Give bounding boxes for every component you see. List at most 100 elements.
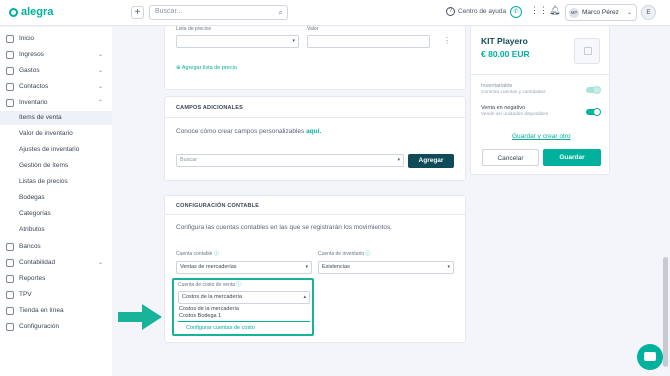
price-list-label: Lista de precios xyxy=(176,26,212,32)
sidebar-item-label: Inventario xyxy=(19,99,48,106)
apps-grid-icon[interactable]: ⋮⋮ xyxy=(530,5,548,16)
chevron-up-icon: ▴ xyxy=(303,294,306,300)
pos-icon xyxy=(6,290,14,299)
save-and-create-link[interactable]: Guardar y crear otro xyxy=(512,133,571,140)
inventoriable-toggle[interactable] xyxy=(586,86,601,94)
custom-fields-link[interactable]: aquí. xyxy=(306,128,321,135)
sidebar-item-label: Inicio xyxy=(19,35,35,42)
chevron-down-icon: ▾ xyxy=(292,38,295,44)
quick-add-button[interactable]: + xyxy=(131,6,144,19)
sidebar-item-label: Gastos xyxy=(19,67,40,74)
sidebar-item-label: Configuración xyxy=(19,323,60,330)
cancel-button[interactable]: Cancelar xyxy=(482,149,539,166)
sidebar-item-label: Bancos xyxy=(19,243,41,250)
sidebar-subitem-listas-precios[interactable]: Listas de precios xyxy=(0,175,112,189)
divider xyxy=(471,74,609,75)
sidebar-item-ingresos[interactable]: Ingresos ⌄ xyxy=(0,47,112,62)
configure-cost-accounts-link[interactable]: Configurar cuentas de costo xyxy=(186,325,255,331)
help-text: Conoce cómo crear campos personalizables xyxy=(176,128,305,135)
sidebar-subitem-items-de-venta[interactable]: Items de venta xyxy=(0,111,112,125)
more-options-icon[interactable]: ⋮ xyxy=(443,36,451,45)
cost-account-select[interactable]: Costos de la mercadería ▴ xyxy=(178,291,310,304)
divider xyxy=(165,214,465,215)
sidebar-subitem-gestion-items[interactable]: Gestión de ítems xyxy=(0,159,112,173)
sidebar-item-contabilidad[interactable]: Contabilidad ⌄ xyxy=(0,255,112,270)
sidebar-item-gastos[interactable]: Gastos ⌄ xyxy=(0,63,112,78)
add-price-list-label: Agregar lista de precio xyxy=(181,65,237,71)
inventory-account-label: Cuenta de inventario ⓘ xyxy=(318,250,371,257)
sidebar-subitem-bodegas[interactable]: Bodegas xyxy=(0,191,112,205)
sidebar-item-bancos[interactable]: Bancos xyxy=(0,239,112,254)
cost-option[interactable]: Costos de la mercadería xyxy=(179,306,239,312)
sidebar-item-label: Ingresos xyxy=(19,51,44,58)
info-icon: ⓘ xyxy=(236,282,242,288)
sidebar-item-reportes[interactable]: Reportes xyxy=(0,271,112,286)
negative-sale-label: Venta en negativo xyxy=(481,105,526,111)
sidebar-item-label: Contabilidad xyxy=(19,259,56,266)
info-icon: ⓘ xyxy=(365,251,371,257)
bell-icon[interactable]: 🔔︎ xyxy=(549,5,560,16)
additional-fields-title: CAMPOS ADICIONALES xyxy=(176,105,243,111)
user-menu[interactable]: MP Marco Pérez ⌄ xyxy=(565,4,637,21)
inventoriable-label: Inventariable xyxy=(481,83,513,89)
sidebar-item-configuracion[interactable]: Configuración xyxy=(0,319,112,334)
sidebar-item-inventario[interactable]: Inventario ⌃ xyxy=(0,95,112,110)
sidebar-item-label: Tienda en línea xyxy=(19,307,64,314)
custom-fields-help-text: Conoce cómo crear campos personalizables… xyxy=(176,128,321,135)
page-scrollbar[interactable] xyxy=(663,257,668,367)
product-image-placeholder xyxy=(574,38,600,64)
account-label-text: Cuenta contable xyxy=(176,251,213,257)
sidebar-subitem-valor-inventario[interactable]: Valor de inventario xyxy=(0,127,112,141)
contacts-icon xyxy=(6,82,14,91)
save-button[interactable]: Guardar xyxy=(543,149,601,166)
organization-badge[interactable]: E xyxy=(641,5,656,20)
avatar: MP xyxy=(569,7,579,18)
inventory-account-select[interactable]: Existencias ▾ xyxy=(318,261,454,274)
cost-account-value: Costos de la mercadería xyxy=(182,294,242,300)
add-field-button[interactable]: Agregar xyxy=(408,154,454,168)
sidebar-item-tpv[interactable]: TPV xyxy=(0,287,112,302)
sidebar-item-label: Contactos xyxy=(19,83,49,90)
alegra-logo-icon xyxy=(9,7,18,17)
sidebar-item-tienda[interactable]: Tienda en línea xyxy=(0,303,112,318)
account-value: Ventas de mercaderías xyxy=(180,264,237,270)
chevron-down-icon: ▾ xyxy=(397,157,400,163)
product-price: € 80.00 EUR xyxy=(481,49,530,59)
arrow-right-icon xyxy=(118,304,162,330)
help-label: Centro de ayuda xyxy=(458,8,507,15)
sidebar-subitem-atributos[interactable]: Atributos xyxy=(0,223,112,237)
add-circle-icon: ⊕ xyxy=(176,65,181,71)
account-label: Cuenta contable ⓘ xyxy=(176,250,219,257)
sidebar-item-contactos[interactable]: Contactos ⌄ xyxy=(0,79,112,94)
sidebar-subitem-ajustes-inventario[interactable]: Ajustes de inventario xyxy=(0,143,112,157)
chevron-down-icon: ⌄ xyxy=(97,52,103,58)
inventory-account-value: Existencias xyxy=(322,264,350,270)
negative-sale-toggle[interactable] xyxy=(586,108,601,116)
chat-support-button[interactable] xyxy=(637,344,663,370)
chat-icon xyxy=(644,352,656,361)
additional-field-select[interactable]: Buscar ▾ xyxy=(176,154,404,167)
accounting-icon xyxy=(6,258,14,267)
global-search-input[interactable]: Buscar... ⌕ xyxy=(149,5,288,20)
account-select[interactable]: Ventas de mercaderías ▾ xyxy=(176,261,312,274)
toggle-knob xyxy=(593,86,601,94)
search-icon: ⌕ xyxy=(278,8,283,17)
help-center-link[interactable]: ? Centro de ayuda xyxy=(446,7,506,16)
image-icon xyxy=(584,47,592,55)
whatsapp-icon[interactable]: ✆ xyxy=(510,6,522,18)
sidebar-subitem-categorias[interactable]: Categorías xyxy=(0,207,112,221)
price-list-select[interactable]: ▾ xyxy=(176,35,299,48)
sidebar-item-inicio[interactable]: Inicio xyxy=(0,31,112,46)
brand-logo[interactable]: alegra xyxy=(9,6,53,18)
cost-option[interactable]: Costos Bodega 1 xyxy=(179,313,221,319)
chevron-up-icon: ⌃ xyxy=(97,100,103,106)
add-price-list-link[interactable]: ⊕ Agregar lista de precio xyxy=(176,65,237,71)
divider xyxy=(178,321,310,322)
expense-icon xyxy=(6,66,14,75)
chevron-down-icon: ⌄ xyxy=(626,10,632,16)
price-list-card: Lista de precios ▾ Valor ⋮ ⊕ Agregar lis… xyxy=(164,26,466,90)
toggle-knob xyxy=(593,108,601,116)
inventory-icon xyxy=(6,98,14,107)
chevron-down-icon: ⌄ xyxy=(97,84,103,90)
price-value-input[interactable] xyxy=(307,35,430,48)
